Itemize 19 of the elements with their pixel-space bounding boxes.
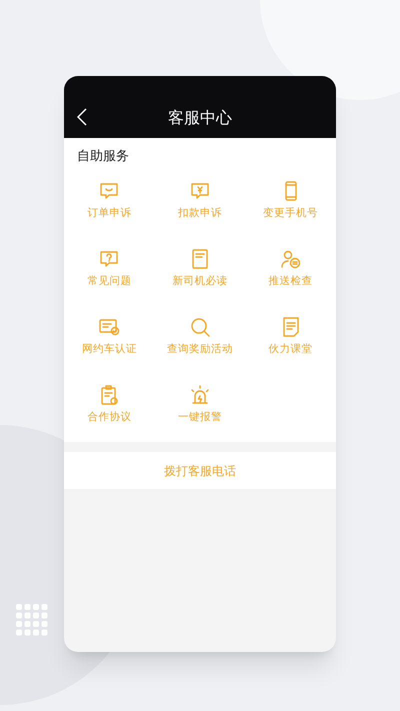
call-button[interactable]: 拨打客服电话 — [64, 452, 336, 489]
user-icon — [280, 248, 302, 270]
service-item[interactable]: 网约车认证 — [64, 316, 155, 360]
service-item[interactable]: 常见问题 — [64, 248, 155, 292]
service-item[interactable]: 合作协议 — [64, 384, 155, 428]
service-item[interactable]: 新司机必读 — [154, 248, 246, 292]
service-item[interactable]: 扣款申诉 — [154, 180, 246, 224]
section-title: 自助服务 — [76, 148, 130, 166]
alarm-light-icon — [188, 384, 211, 406]
header-title: 客服中心 — [168, 108, 232, 128]
dot-grid-drawing — [16, 604, 48, 636]
search-icon — [188, 316, 211, 338]
service-item[interactable]: 伙力课堂 — [245, 316, 336, 360]
service-item[interactable]: 一键报警 — [154, 384, 246, 428]
service-item[interactable]: 变更手机号 — [245, 180, 336, 224]
back-icon — [77, 108, 87, 126]
service-item[interactable]: 推送检查 — [245, 248, 336, 292]
service-item[interactable]: 订单申诉 — [64, 180, 155, 224]
service-item[interactable]: 查询奖励活动 — [154, 316, 246, 360]
